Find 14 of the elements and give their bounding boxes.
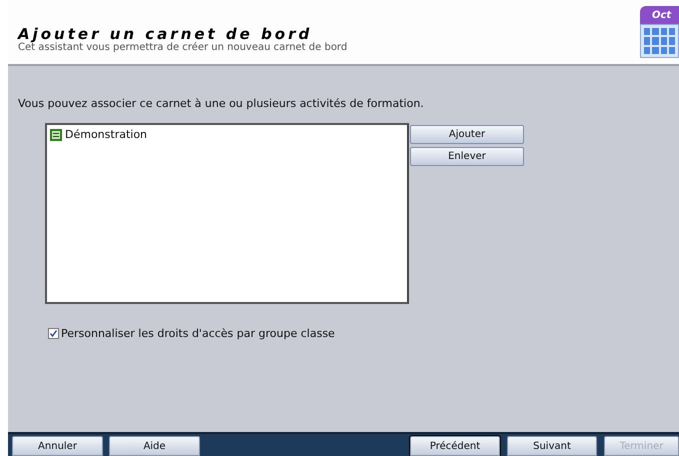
checkbox[interactable] bbox=[48, 328, 59, 340]
activity-icon bbox=[50, 128, 62, 141]
activity-list[interactable]: Démonstration bbox=[45, 122, 409, 304]
activity-item[interactable]: Démonstration bbox=[65, 126, 148, 143]
footer-button[interactable]: Précédent bbox=[410, 436, 500, 456]
list-button[interactable]: Enlever bbox=[410, 146, 524, 166]
footer-button[interactable]: Aide bbox=[109, 436, 200, 456]
footer-button[interactable]: Annuler bbox=[12, 436, 103, 456]
wizard-subtitle: Cet assistant vous permettra de créer un nouveau carnet de bord bbox=[18, 42, 348, 54]
list-button[interactable]: Ajouter bbox=[410, 124, 524, 144]
wizard-title: Ajouter un carnet de bord bbox=[18, 26, 312, 42]
checkbox-label: Personnaliser les droits d'accès par groupe classe bbox=[61, 326, 335, 342]
instruction-text: Vous pouvez associer ce carnet à une ou plusieurs activités de formation. bbox=[18, 96, 425, 112]
footer-button[interactable]: Suivant bbox=[507, 436, 597, 456]
